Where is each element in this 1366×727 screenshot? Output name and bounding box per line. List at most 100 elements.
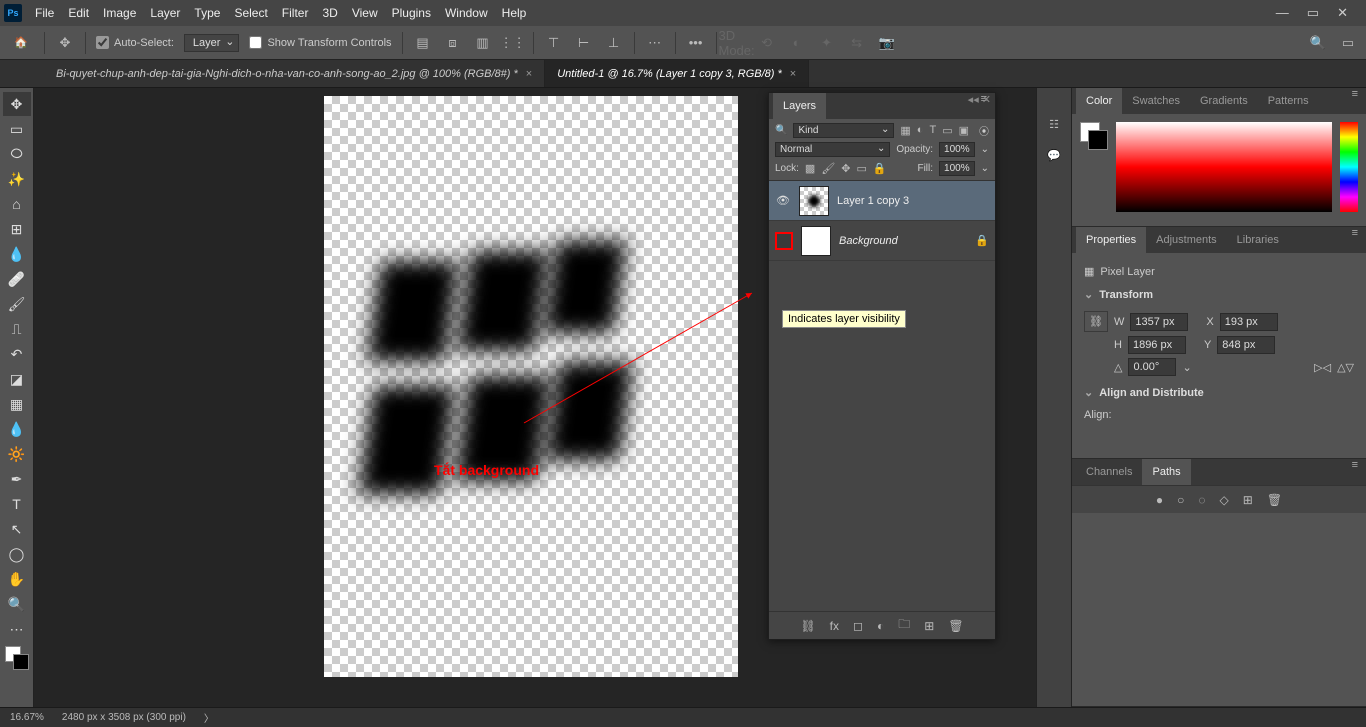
menu-type[interactable]: Type (187, 0, 227, 26)
dodge-tool[interactable]: 🔆 (3, 442, 31, 466)
marquee-tool[interactable]: ▭ (3, 117, 31, 141)
opacity-dropdown-icon[interactable]: ⌄ (981, 144, 989, 155)
fill-path-icon[interactable]: ● (1156, 493, 1163, 507)
menu-filter[interactable]: Filter (275, 0, 316, 26)
menu-help[interactable]: Help (495, 0, 534, 26)
link-layers-icon[interactable]: ⛓ (800, 619, 815, 633)
close-icon[interactable]: ✕ (1337, 5, 1348, 21)
width-input[interactable] (1130, 313, 1188, 331)
type-tool[interactable]: T (3, 492, 31, 516)
path-selection-tool[interactable]: ↖ (3, 517, 31, 541)
color-picker-field[interactable] (1116, 122, 1332, 212)
lock-position-icon[interactable]: ✥ (841, 162, 850, 175)
distribute-icon[interactable]: ⋮⋮ (503, 33, 523, 53)
patterns-tab[interactable]: Patterns (1258, 88, 1319, 114)
filter-adjust-icon[interactable]: ◐ (917, 124, 924, 137)
panel-menu-icon[interactable]: ≡ (1344, 227, 1366, 253)
link-dimensions-icon[interactable]: ⛓ (1084, 311, 1108, 332)
flip-horizontal-icon[interactable]: ▷◁ (1314, 361, 1331, 374)
filter-type-icon[interactable]: T (929, 124, 936, 137)
menu-select[interactable]: Select (227, 0, 274, 26)
layer-thumbnail[interactable] (799, 186, 829, 216)
minimize-icon[interactable]: — (1276, 5, 1289, 21)
align-section-head[interactable]: Align and Distribute (1084, 380, 1354, 405)
panel-menu-icon[interactable]: ≡ (1344, 459, 1366, 485)
edit-toolbar[interactable]: ⋯ (3, 617, 31, 641)
pen-tool[interactable]: ✒ (3, 467, 31, 491)
adjustments-tab[interactable]: Adjustments (1146, 227, 1227, 253)
hue-slider[interactable] (1340, 122, 1358, 212)
layer-name-label[interactable]: Layer 1 copy 3 (837, 195, 909, 207)
make-mask-icon[interactable]: ◇ (1220, 493, 1229, 507)
layer-thumbnail[interactable] (801, 226, 831, 256)
status-chevron-icon[interactable]: 〉 (204, 710, 214, 725)
tab-close-icon[interactable]: × (526, 68, 532, 80)
maximize-icon[interactable]: ▭ (1307, 5, 1319, 21)
menu-image[interactable]: Image (96, 0, 143, 26)
color-tab[interactable]: Color (1076, 88, 1122, 114)
menu-view[interactable]: View (345, 0, 385, 26)
libraries-tab[interactable]: Libraries (1227, 227, 1289, 253)
gradients-tab[interactable]: Gradients (1190, 88, 1258, 114)
filter-shape-icon[interactable]: ▭ (942, 124, 952, 137)
align-bottom-icon[interactable]: ⊥ (604, 33, 624, 53)
blur-tool[interactable]: 💧 (3, 417, 31, 441)
filter-pixel-icon[interactable]: ▦ (900, 124, 910, 137)
brush-tool[interactable]: 🖌 (3, 292, 31, 316)
new-layer-icon[interactable]: ⊞ (924, 619, 934, 633)
eyedropper-tool[interactable]: 💧 (3, 242, 31, 266)
hand-tool[interactable]: ✋ (3, 567, 31, 591)
align-middle-icon[interactable]: ⊢ (574, 33, 594, 53)
layers-tab[interactable]: Layers (773, 93, 826, 119)
group-icon[interactable]: 🗀 (898, 615, 910, 636)
move-tool-icon[interactable]: ✥ (55, 33, 75, 53)
document-canvas[interactable] (324, 96, 738, 677)
distribute-h-icon[interactable]: ⋯ (645, 33, 665, 53)
filter-toggle-icon[interactable]: ⦿ (979, 123, 989, 138)
more-options-icon[interactable]: ••• (686, 33, 706, 53)
gradient-tool[interactable]: ▦ (3, 392, 31, 416)
filter-smart-icon[interactable]: ▣ (959, 124, 969, 137)
layer-visibility-toggle-highlighted[interactable] (775, 232, 793, 250)
channels-tab[interactable]: Channels (1076, 459, 1142, 485)
delete-layer-icon[interactable]: 🗑 (948, 619, 963, 633)
menu-3d[interactable]: 3D (315, 0, 344, 26)
menu-window[interactable]: Window (438, 0, 495, 26)
zoom-tool[interactable]: 🔍 (3, 592, 31, 616)
collapse-panel-icon[interactable]: ◂◂ ✕ (968, 93, 991, 106)
menu-file[interactable]: File (28, 0, 61, 26)
shape-tool[interactable]: ◯ (3, 542, 31, 566)
fill-dropdown-icon[interactable]: ⌄ (981, 163, 989, 174)
align-top-icon[interactable]: ⊤ (544, 33, 564, 53)
layer-row[interactable]: Background 🔒 (769, 221, 995, 261)
delete-path-icon[interactable]: 🗑 (1267, 493, 1282, 507)
move-tool[interactable]: ✥ (3, 92, 31, 116)
fill-input[interactable]: 100% (939, 161, 975, 176)
lock-transparency-icon[interactable]: ▩ (805, 162, 815, 175)
lasso-tool[interactable] (3, 142, 31, 166)
clone-stamp-tool[interactable]: ⎍ (3, 317, 31, 341)
paths-tab[interactable]: Paths (1142, 459, 1190, 485)
lock-pixels-icon[interactable]: 🖌 (821, 162, 835, 175)
transform-section-head[interactable]: Transform (1084, 282, 1354, 307)
lock-artboard-icon[interactable]: ▭ (857, 162, 867, 175)
history-brush-tool[interactable]: ↶ (3, 342, 31, 366)
background-color[interactable] (13, 654, 29, 670)
frame-tool[interactable]: ⊞ (3, 217, 31, 241)
adjustment-layer-icon[interactable]: ◐ (877, 619, 884, 633)
layer-row[interactable]: 👁 Layer 1 copy 3 (769, 181, 995, 221)
zoom-level[interactable]: 16.67% (10, 712, 44, 723)
panel-menu-icon[interactable]: ≡ (1344, 88, 1366, 114)
load-selection-icon[interactable]: ◌ (1198, 493, 1205, 507)
eraser-tool[interactable]: ◪ (3, 367, 31, 391)
comments-panel-icon[interactable]: 💬 (1047, 149, 1061, 162)
x-input[interactable] (1220, 313, 1278, 331)
document-tab-active[interactable]: Untitled-1 @ 16.7% (Layer 1 copy 3, RGB/… (545, 60, 809, 87)
healing-brush-tool[interactable]: 🩹 (3, 267, 31, 291)
document-dimensions[interactable]: 2480 px x 3508 px (300 ppi) (62, 712, 186, 723)
align-center-h-icon[interactable]: ⧈ (443, 33, 463, 53)
properties-tab[interactable]: Properties (1076, 227, 1146, 253)
layer-mask-icon[interactable]: ◻ (853, 619, 863, 633)
filter-kind-dropdown[interactable]: Kind (793, 123, 894, 138)
color-swatches[interactable] (5, 646, 29, 670)
